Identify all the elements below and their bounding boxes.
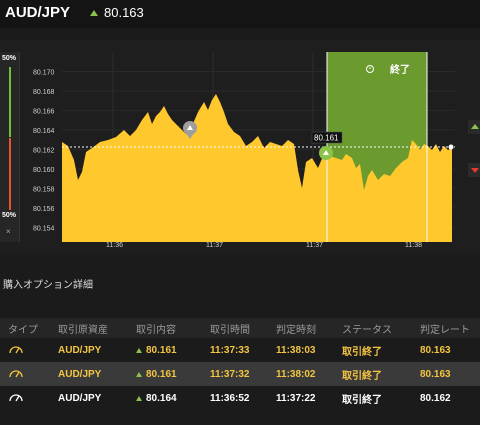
- current-rate-value: 80.163: [104, 5, 144, 20]
- row-asset: AUD/JPY: [58, 368, 102, 380]
- x-tick-label: 11:37: [306, 242, 323, 249]
- y-tick-label: 80.168: [33, 89, 55, 96]
- row-type: [0, 344, 52, 357]
- up-arrow-icon: [136, 395, 142, 401]
- x-tick-labels: 11:36 11:37 11:37 11:38: [106, 242, 422, 249]
- table-body: AUD/JPY 80.161 11:37:33 11:38:03 取引終了 80…: [0, 338, 480, 410]
- col-asset: 取引原資産: [58, 324, 108, 336]
- row-time: 11:37:32: [210, 368, 250, 380]
- row-judge: 11:37:22: [276, 392, 316, 404]
- x-tick-label: 11:36: [106, 242, 123, 249]
- row-content: 80.161: [132, 369, 204, 380]
- current-rate: 80.163: [90, 5, 144, 20]
- col-content: 取引内容: [136, 324, 176, 336]
- row-time: 11:37:33: [210, 344, 250, 356]
- x-tick-label: 11:38: [405, 242, 422, 249]
- row-status: 取引終了: [342, 346, 382, 358]
- row-status: 取引終了: [342, 394, 382, 406]
- y-tick-labels: 80.170 80.168 80.166 80.164 80.162 80.160 80.1…: [33, 69, 55, 232]
- col-time: 取引時間: [210, 324, 250, 336]
- up-arrow-icon: [136, 371, 142, 377]
- up-arrow-icon: [471, 124, 479, 129]
- rate-up-icon: [90, 9, 98, 16]
- up-arrow-icon: [136, 347, 142, 353]
- side-high-button[interactable]: [468, 120, 480, 134]
- price-chart: 80.170 80.168 80.166 80.164 80.162 80.160 80.1…: [33, 52, 455, 249]
- row-type: [0, 392, 52, 405]
- y-tick-label: 80.166: [33, 108, 55, 115]
- purchase-table: タイプ 取引原資産 取引内容 取引時間 判定時刻 ステータス 判定レート AUD…: [0, 318, 480, 410]
- row-content-value: 80.161: [146, 344, 177, 356]
- table-row[interactable]: AUD/JPY 80.164 11:36:52 11:37:22 取引終了 80…: [0, 386, 480, 410]
- y-tick-label: 80.156: [33, 206, 55, 213]
- y-tick-label: 80.164: [33, 128, 55, 135]
- row-rate: 80.162: [420, 392, 451, 404]
- row-asset: AUD/JPY: [58, 344, 102, 356]
- row-content: 80.164: [132, 393, 204, 404]
- col-judge: 判定時刻: [276, 324, 316, 336]
- gauge-icon: [9, 393, 23, 401]
- expiry-label: 終了: [390, 63, 410, 76]
- y-tick-label: 80.162: [33, 147, 55, 154]
- y-tick-label: 80.154: [33, 225, 55, 232]
- table-row[interactable]: AUD/JPY 80.161 11:37:33 11:38:03 取引終了 80…: [0, 338, 480, 362]
- row-time: 11:36:52: [210, 392, 250, 404]
- y-tick-label: 80.170: [33, 69, 55, 76]
- row-rate: 80.163: [420, 344, 451, 356]
- side-low-button[interactable]: [468, 163, 480, 177]
- entry-marker-green: [319, 146, 333, 160]
- callout-text: 80.161: [314, 134, 339, 143]
- y-tick-label: 80.160: [33, 167, 55, 174]
- row-content-value: 80.164: [146, 392, 177, 404]
- row-rate: 80.163: [420, 368, 451, 380]
- gauge-icon: [9, 345, 23, 353]
- row-judge: 11:38:02: [276, 368, 316, 380]
- chart-area: 50% 50% × 80.170 80.168 80.166 80.164 80.162…: [0, 40, 480, 255]
- row-content: 80.161: [132, 345, 204, 356]
- row-type: [0, 368, 52, 381]
- pair-title: AUD/JPY: [5, 4, 71, 21]
- col-status: ステータス: [342, 324, 392, 336]
- col-rate: 判定レート: [420, 324, 470, 336]
- y-tick-label: 80.158: [33, 186, 55, 193]
- header-bar: AUD/JPY 80.163: [0, 0, 480, 28]
- row-status: 取引終了: [342, 370, 382, 382]
- down-arrow-icon: [471, 168, 479, 173]
- row-content-value: 80.161: [146, 368, 177, 380]
- table-header: タイプ 取引原資産 取引内容 取引時間 判定時刻 ステータス 判定レート: [0, 318, 480, 338]
- table-row[interactable]: AUD/JPY 80.161 11:37:32 11:38:02 取引終了 80…: [0, 362, 480, 386]
- current-point: [448, 144, 454, 150]
- row-judge: 11:38:03: [276, 344, 316, 356]
- x-tick-label: 11:37: [206, 242, 223, 249]
- row-asset: AUD/JPY: [58, 392, 102, 404]
- section-title: 購入オプション詳細: [3, 280, 93, 291]
- gauge-icon: [9, 369, 23, 377]
- rate-callout: 80.161: [311, 131, 343, 144]
- col-type: タイプ: [8, 324, 38, 336]
